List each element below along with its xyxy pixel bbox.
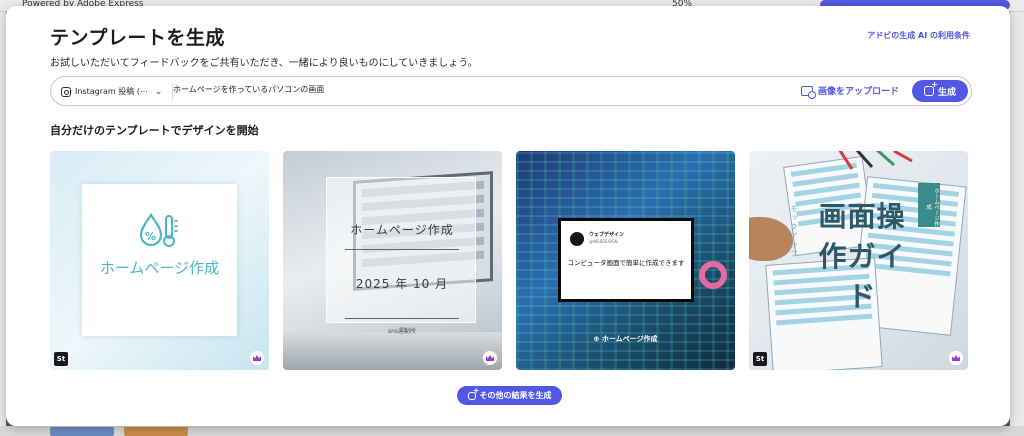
card-footer: sns運動所 — [387, 328, 417, 335]
prompt-input[interactable] — [173, 85, 773, 94]
thumbnail — [50, 427, 114, 436]
generate-template-dialog: テンプレートを生成 アドビの生成 AI の利用条件 お試しいただいてフィードバッ… — [6, 6, 1010, 426]
account-name: ウェブデザイン — [589, 232, 625, 238]
generate-icon — [923, 80, 938, 96]
humidity-thermometer-icon: % — [139, 213, 178, 247]
format-label: Instagram 投稿 (⋯ — [75, 87, 148, 96]
card-vertical-text: モックアップ — [790, 205, 798, 259]
post-message: コンピュータ画面で簡単に作成できます — [567, 259, 685, 267]
premium-crown-icon — [250, 351, 264, 365]
prompt-bar: Instagram 投稿 (⋯ ⌄ 画像をアップロード 生成 — [50, 76, 972, 106]
section-title: 自分だけのテンプレートでデザインを開始 — [50, 124, 259, 137]
hand-illustration — [749, 217, 793, 261]
avatar — [570, 232, 584, 246]
svg-text:%: % — [145, 230, 156, 243]
template-card-1[interactable]: % ホームページ作成 St — [50, 151, 269, 370]
dialog-title: テンプレートを生成 — [50, 27, 225, 49]
thumbnail — [124, 427, 188, 436]
upload-image-button[interactable]: 画像をアップロード — [801, 84, 900, 99]
template-card-2[interactable]: ホームページ作成 2025 年 10 月 sns運動所 — [283, 151, 502, 370]
dialog-subtitle: お試しいただいてフィードバックをご共有いただき、一緒により良いものにしていきまし… — [50, 58, 478, 69]
more-label: その他の結果を生成 — [479, 391, 552, 400]
card-frame: ホームページ作成 2025 年 10 月 sns運動所 — [326, 177, 476, 335]
social-post-card: ウェブデザイン @WEBDESIGN コンピュータ画面で簡単に作成できます — [561, 221, 691, 299]
generate-icon — [467, 386, 480, 400]
stock-badge: St — [54, 352, 68, 366]
card-tag: ホームページ作成 — [918, 183, 940, 227]
pens-illustration — [838, 151, 913, 170]
premium-crown-icon — [949, 351, 963, 365]
doughnut-chart-illustration — [699, 261, 727, 289]
card-title: ホームページ作成 — [350, 223, 454, 237]
instagram-icon — [61, 86, 71, 97]
card-content-panel: % ホームページ作成 — [82, 184, 237, 336]
chevron-down-icon: ⌄ — [154, 86, 163, 97]
generate-more-button[interactable]: その他の結果を生成 — [457, 386, 562, 405]
account-handle: @WEBDESIGN — [589, 239, 618, 244]
terms-link[interactable]: アドビの生成 AI の利用条件 — [867, 30, 970, 41]
keyboard-illustration — [283, 332, 502, 370]
footer-text: ホームページ作成 — [601, 335, 658, 343]
upload-label: 画像をアップロード — [818, 87, 900, 97]
card-headline: 画面操作ガイド — [818, 200, 906, 313]
generate-button[interactable]: 生成 — [912, 80, 968, 102]
background-right-panel — [1010, 12, 1024, 436]
template-card-4[interactable]: 画面操作ガイド ホームページ作成 モックアップ St — [749, 151, 968, 370]
divider — [345, 249, 459, 250]
generate-label: 生成 — [937, 87, 956, 98]
template-card-3[interactable]: ウェブデザイン @WEBDESIGN コンピュータ画面で簡単に作成できます ⊕ … — [516, 151, 735, 370]
card-text: ホームページ作成 — [99, 259, 220, 277]
image-upload-icon — [801, 85, 816, 99]
background-thumbnail-strip — [0, 426, 1024, 436]
card-date: 2025 年 10 月 — [355, 277, 449, 291]
stock-badge: St — [753, 352, 767, 366]
card-footer: ⊕ ホームページ作成 — [593, 335, 658, 343]
divider — [345, 318, 459, 319]
format-dropdown[interactable]: Instagram 投稿 (⋯ ⌄ — [61, 83, 174, 100]
premium-crown-icon — [483, 351, 497, 365]
